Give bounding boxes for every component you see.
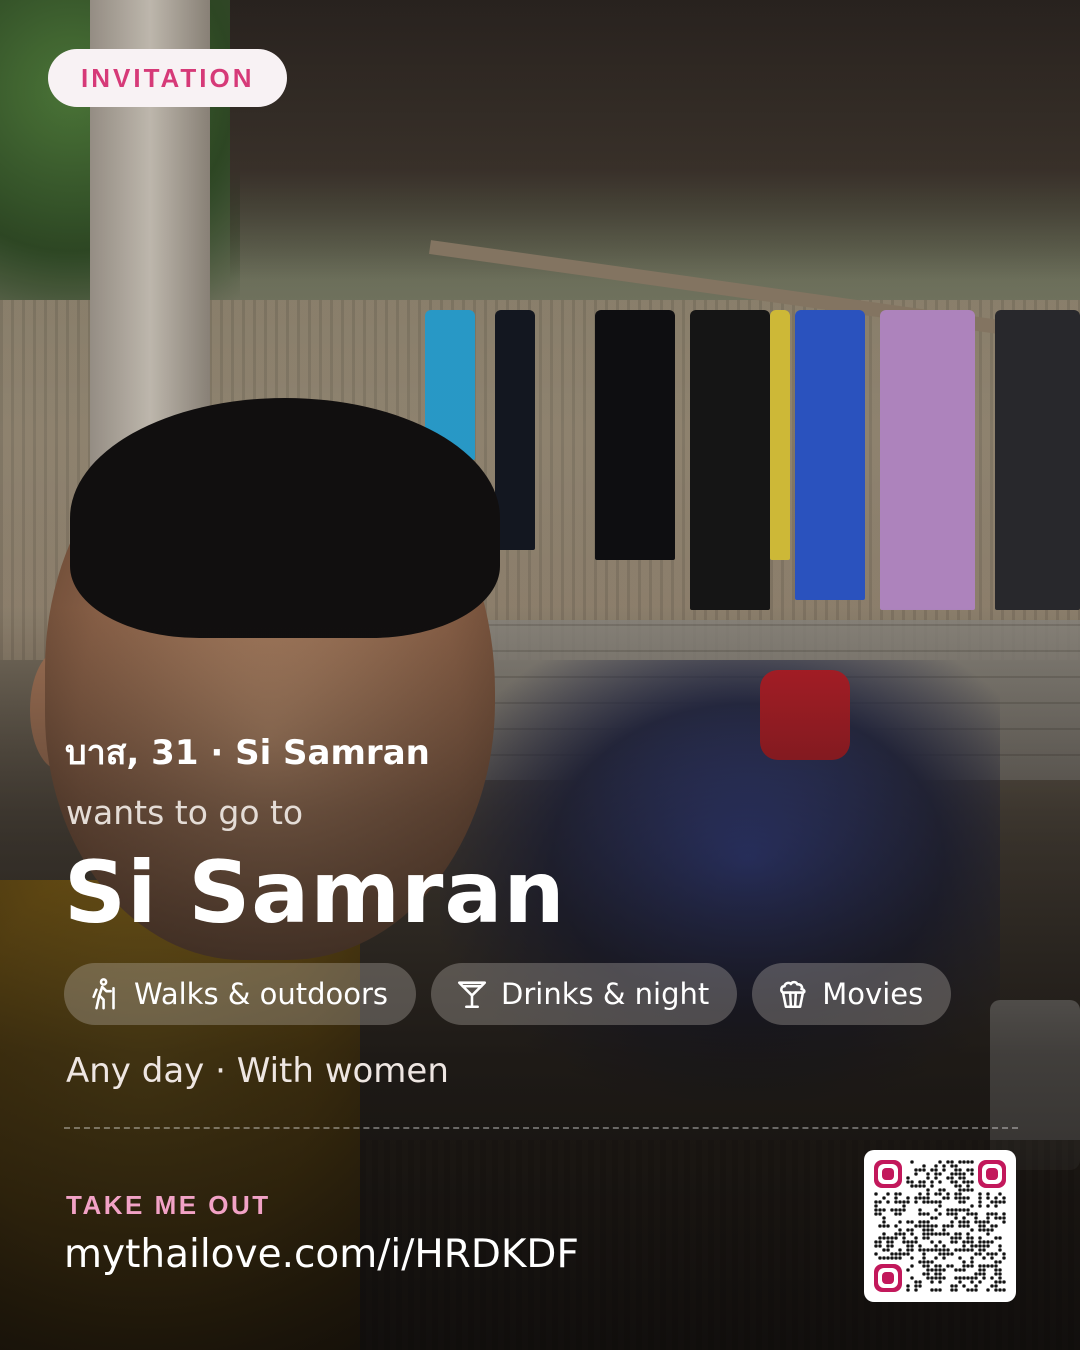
dashed-divider bbox=[64, 1127, 1018, 1129]
chip-movies: Movies bbox=[752, 963, 952, 1025]
invite-link[interactable]: mythailove.com/i/HRDKDF bbox=[64, 1228, 579, 1282]
cta-label: TAKE ME OUT bbox=[66, 1190, 271, 1220]
chip-label: Drinks & night bbox=[501, 977, 710, 1011]
gradient-overlay bbox=[0, 0, 1080, 1350]
qr-code[interactable] bbox=[864, 1150, 1016, 1302]
intro-text: wants to go to bbox=[66, 793, 304, 832]
chip-label: Movies bbox=[822, 977, 924, 1011]
chip-label: Walks & outdoors bbox=[134, 977, 389, 1011]
invitation-card: INVITATION บาส, 31 · Si Samran wants to … bbox=[0, 0, 1080, 1350]
chip-drinks-night: Drinks & night bbox=[431, 963, 738, 1025]
interest-chips: Walks & outdoors Drinks & night Movies bbox=[64, 963, 952, 1025]
destination-title: Si Samran bbox=[64, 843, 566, 943]
popcorn-icon bbox=[780, 980, 806, 1009]
chip-walks-outdoors: Walks & outdoors bbox=[64, 963, 417, 1025]
profile-meta: บาส, 31 · Si Samran bbox=[65, 733, 430, 773]
availability-text: Any day · With women bbox=[66, 1051, 449, 1091]
invitation-badge: INVITATION bbox=[48, 49, 288, 107]
cocktail-icon bbox=[458, 981, 487, 1009]
hiking-icon bbox=[92, 978, 115, 1010]
qr-code-icon bbox=[874, 1160, 1006, 1292]
